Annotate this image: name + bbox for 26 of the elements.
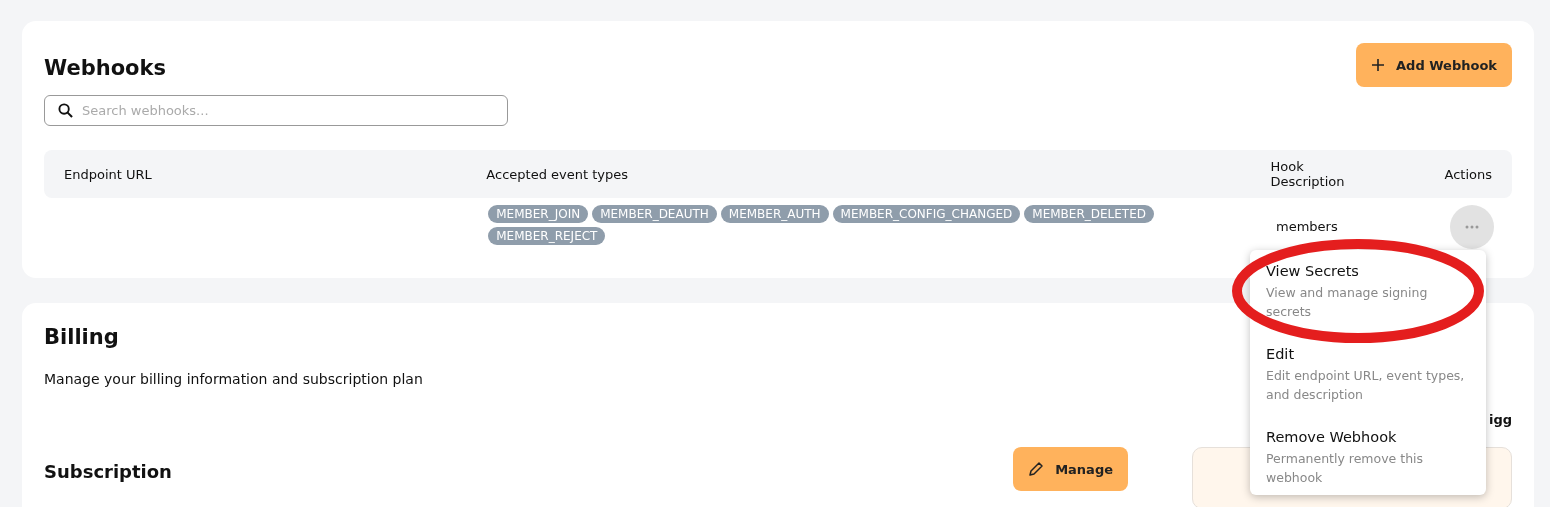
section-title: Billing — [44, 325, 119, 349]
event-tag: MEMBER_DEAUTH — [592, 205, 717, 223]
ellipsis-icon — [1465, 225, 1479, 229]
search-field[interactable]: Search webhooks... — [44, 95, 508, 126]
event-tag: MEMBER_AUTH — [720, 205, 829, 223]
column-header: Hook Description — [1269, 159, 1346, 189]
column-header: Accepted event types — [485, 166, 629, 182]
event-tag: MEMBER_CONFIG_CHANGED — [832, 205, 1021, 223]
column-header: Actions — [1443, 166, 1493, 182]
subscription-title: Subscription — [44, 461, 173, 482]
plus-icon — [1371, 58, 1386, 72]
event-tag: MEMBER_DELETED — [1024, 205, 1154, 223]
more-actions-button[interactable] — [1450, 205, 1494, 249]
menu-item[interactable]: Edit Edit endpoint URL, event types, and description — [1250, 346, 1486, 404]
table-cell: members — [1276, 219, 1338, 234]
partial-text: igg — [1488, 412, 1512, 427]
add-webhook-button[interactable]: Add Webhook — [1356, 43, 1512, 87]
pencil-icon — [1028, 461, 1045, 477]
search-icon — [58, 103, 73, 118]
menu-item[interactable]: Remove Webhook Permanently remove this webhook — [1250, 429, 1486, 487]
column-header: Endpoint URL — [63, 166, 153, 182]
billing-description: Manage your billing information and subscription plan — [44, 371, 423, 387]
event-tag: MEMBER_REJECT — [488, 227, 606, 245]
section-title: Webhooks — [44, 56, 166, 80]
manage-button[interactable]: Manage — [1013, 447, 1128, 491]
event-tag: MEMBER_JOIN — [488, 205, 589, 223]
